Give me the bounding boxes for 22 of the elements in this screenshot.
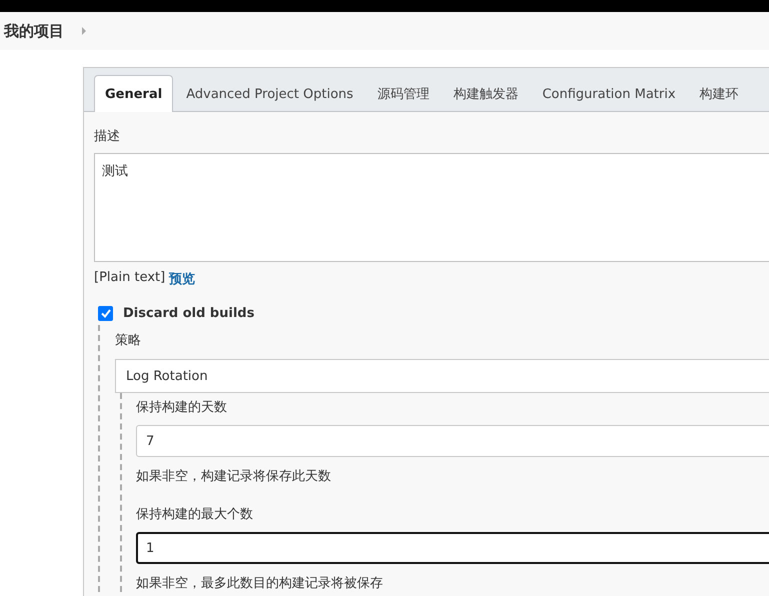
input-field[interactable]: 1	[136, 532, 769, 564]
preview-link[interactable]: 预览	[169, 270, 196, 288]
help-text: 如果非空，构建记录将保存此天数	[136, 468, 332, 485]
tab[interactable]: General	[94, 75, 174, 112]
field-label: 保持构建的最大个数	[136, 506, 254, 523]
field-label: 描述	[94, 128, 121, 145]
help-text: 如果非空，最多此数目的构建记录将被保存	[136, 575, 384, 592]
tab[interactable]: 构建环	[688, 75, 750, 112]
tab[interactable]: 源码管理	[366, 75, 440, 112]
tab[interactable]: 构建触发器	[442, 75, 530, 112]
checkbox-label[interactable]: Discard old builds	[123, 306, 254, 321]
input-field[interactable]: 7	[136, 425, 769, 457]
strategy-select[interactable]: Log Rotation	[115, 359, 769, 393]
field-label: 保持构建的天数	[136, 399, 228, 416]
description-field[interactable]: 测试	[94, 153, 769, 262]
breadcrumb-title[interactable]: 我的项目	[4, 22, 64, 40]
tab[interactable]: Configuration Matrix	[531, 75, 687, 112]
caret-icon[interactable]	[82, 27, 86, 35]
tab[interactable]: Advanced Project Options	[175, 75, 364, 112]
checkbox[interactable]	[98, 306, 113, 321]
field-label: 策略	[115, 332, 142, 349]
format-note: [Plain text]	[94, 270, 166, 287]
